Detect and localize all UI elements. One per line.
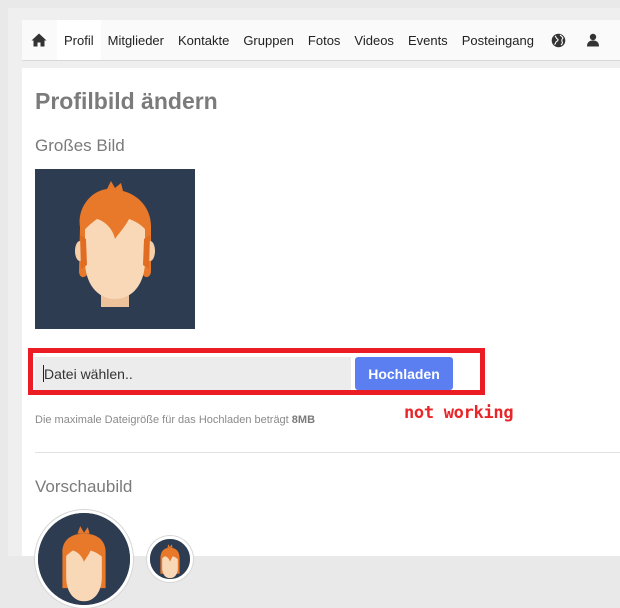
nav-item-label: Mitglieder	[107, 32, 164, 48]
home-icon	[31, 33, 47, 47]
file-chooser-placeholder: Datei wählen..	[44, 365, 133, 382]
globe-icon	[551, 33, 566, 48]
nav-item-label: Gruppen	[243, 32, 294, 48]
nav-item-fotos[interactable]: Fotos	[301, 20, 348, 60]
section-divider	[35, 452, 620, 453]
large-image-heading: Großes Bild	[35, 136, 125, 155]
nav-globe[interactable]	[541, 20, 576, 60]
page-background: Profil Mitglieder Kontakte Gruppen Fotos…	[8, 8, 620, 608]
upload-size-hint-text: Die maximale Dateigröße für das Hochlade…	[35, 414, 292, 426]
nav-item-gruppen[interactable]: Gruppen	[236, 20, 301, 60]
upload-size-hint: Die maximale Dateigröße für das Hochlade…	[35, 414, 315, 426]
nav-item-label: Videos	[354, 32, 394, 48]
text-caret	[43, 365, 44, 382]
nav-item-profil[interactable]: Profil	[57, 20, 101, 60]
nav-item-label: Profil	[64, 32, 94, 48]
user-icon	[586, 33, 601, 47]
nav-item-posteingang[interactable]: Posteingang	[455, 20, 541, 60]
nav-item-mitglieder[interactable]: Mitglieder	[101, 20, 171, 60]
nav-item-label: Posteingang	[461, 32, 534, 48]
page-title: Profilbild ändern	[35, 88, 218, 114]
upload-size-limit: 8MB	[291, 414, 316, 426]
preview-avatar-large	[35, 510, 133, 608]
upload-button[interactable]: Hochladen	[355, 357, 453, 390]
top-navbar: Profil Mitglieder Kontakte Gruppen Fotos…	[22, 20, 620, 61]
main-content: Profilbild ändern Großes Bild Datei wähl…	[22, 68, 620, 608]
preview-image-heading: Vorschaubild	[35, 477, 133, 496]
nav-item-kontakte[interactable]: Kontakte	[171, 20, 236, 60]
nav-user[interactable]	[576, 20, 611, 60]
nav-item-label: Fotos	[307, 32, 341, 48]
nav-item-label: Events	[407, 32, 448, 48]
nav-item-events[interactable]: Events	[401, 20, 455, 60]
nav-home[interactable]	[22, 20, 57, 60]
nav-item-videos[interactable]: Videos	[347, 20, 401, 60]
nav-item-label: Kontakte	[177, 32, 230, 48]
large-avatar-image	[35, 169, 195, 329]
annotation-label: not working	[404, 403, 514, 423]
preview-avatar-small	[147, 536, 193, 582]
file-chooser-input[interactable]: Datei wählen..	[35, 357, 351, 390]
